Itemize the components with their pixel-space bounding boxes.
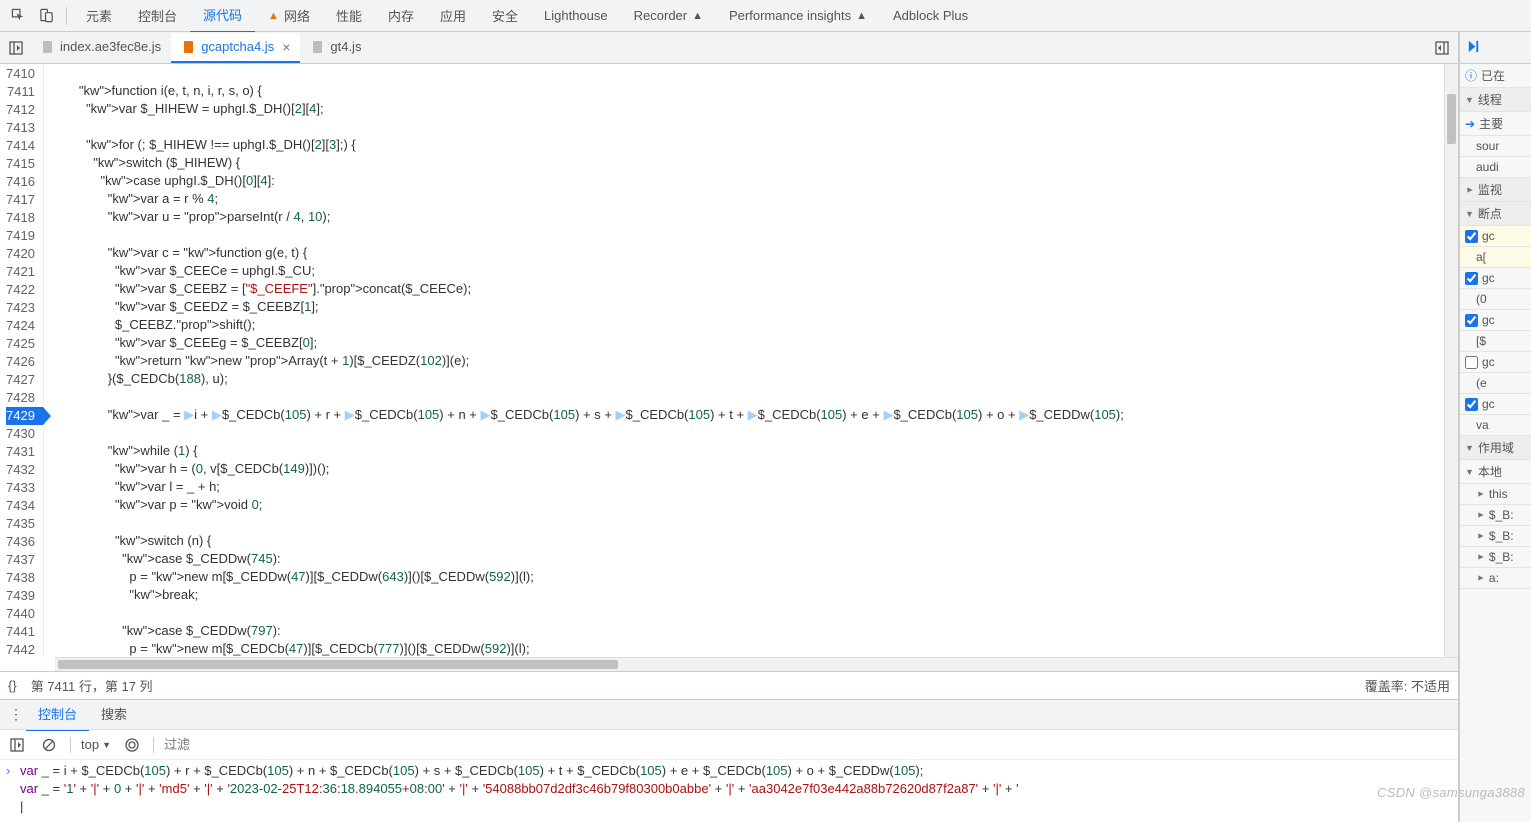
drawer-tab-控制台[interactable]: 控制台 bbox=[26, 698, 89, 731]
drawer-tabstrip: ⋮ 控制台搜索 bbox=[0, 699, 1458, 729]
console-output[interactable]: ›var _ = i + $_CEDCb(105) + r + $_CEDCb(… bbox=[0, 759, 1458, 822]
panel-tab-Performance insights[interactable]: Performance insights ▲ bbox=[716, 0, 880, 33]
panel-tab-Lighthouse[interactable]: Lighthouse bbox=[531, 0, 621, 33]
console-toolbar: top▼ bbox=[0, 729, 1458, 759]
breakpoint-checkbox[interactable] bbox=[1465, 230, 1478, 243]
paused-message: ⓘ已在 bbox=[1460, 64, 1531, 88]
panel-tab-应用[interactable]: 应用 bbox=[427, 0, 479, 33]
thread-main[interactable]: ➔主要 bbox=[1460, 112, 1531, 136]
file-icon bbox=[181, 40, 195, 54]
breakpoint-item[interactable]: gc bbox=[1460, 268, 1531, 289]
drawer-tab-搜索[interactable]: 搜索 bbox=[89, 698, 139, 731]
breakpoint-checkbox[interactable] bbox=[1465, 356, 1478, 369]
device-icon[interactable] bbox=[35, 5, 57, 27]
separator bbox=[66, 7, 67, 25]
breakpoint-sub: va bbox=[1460, 415, 1531, 436]
breakpoint-checkbox[interactable] bbox=[1465, 314, 1478, 327]
scope-section[interactable]: ▼作用域 bbox=[1460, 436, 1531, 460]
breakpoint-sub: a[ bbox=[1460, 247, 1531, 268]
panel-tab-Recorder[interactable]: Recorder ▲ bbox=[621, 0, 716, 33]
debugger-toggle-icon[interactable] bbox=[1430, 36, 1454, 60]
panel-tab-性能[interactable]: 性能 bbox=[323, 0, 375, 33]
threads-section[interactable]: ▼线程 bbox=[1460, 88, 1531, 112]
thread-item[interactable]: audi bbox=[1460, 157, 1531, 178]
panel-tab-源代码[interactable]: 源代码 bbox=[190, 0, 255, 33]
navigator-toggle-icon[interactable] bbox=[4, 36, 28, 60]
watch-section[interactable]: ▼监视 bbox=[1460, 178, 1531, 202]
console-cursor[interactable]: | bbox=[20, 798, 1452, 816]
file-icon bbox=[310, 40, 324, 54]
debugger-sidebar: ⓘ已在 ▼线程 ➔主要 sour audi ▼监视 ▼断点 gca[ gc(0 … bbox=[1459, 32, 1531, 822]
breakpoint-item[interactable]: gc bbox=[1460, 226, 1531, 247]
breakpoint-sub: [$ bbox=[1460, 331, 1531, 352]
file-tab[interactable]: gt4.js bbox=[300, 33, 371, 63]
devtools-tabstrip: 元素控制台源代码▲ 网络性能内存应用安全LighthouseRecorder ▲… bbox=[0, 0, 1531, 32]
breakpoint-sub: (e bbox=[1460, 373, 1531, 394]
coverage-status: 覆盖率: 不适用 bbox=[1365, 676, 1450, 695]
breakpoint-item[interactable]: gc bbox=[1460, 394, 1531, 415]
console-sidebar-icon[interactable] bbox=[6, 734, 28, 756]
line-gutter[interactable]: 7410741174127413741474157416741774187419… bbox=[0, 64, 44, 657]
scope-local[interactable]: ▼本地 bbox=[1460, 460, 1531, 484]
code-content[interactable]: "kw">function i(e, t, n, i, r, s, o) { "… bbox=[44, 64, 1444, 657]
scope-var[interactable]: ▼$_B: bbox=[1460, 526, 1531, 547]
breakpoints-section[interactable]: ▼断点 bbox=[1460, 202, 1531, 226]
breakpoint-checkbox[interactable] bbox=[1465, 272, 1478, 285]
panel-tab-网络[interactable]: ▲ 网络 bbox=[255, 0, 323, 33]
breakpoint-sub: (0 bbox=[1460, 289, 1531, 310]
resume-icon[interactable] bbox=[1466, 39, 1481, 57]
console-filter-input[interactable] bbox=[164, 737, 1452, 752]
breakpoint-checkbox[interactable] bbox=[1465, 398, 1478, 411]
scope-var[interactable]: ▼this bbox=[1460, 484, 1531, 505]
breakpoint-item[interactable]: gc bbox=[1460, 352, 1531, 373]
console-live-icon[interactable] bbox=[121, 734, 143, 756]
drawer-menu-icon[interactable]: ⋮ bbox=[6, 706, 26, 723]
panel-tab-Adblock Plus[interactable]: Adblock Plus bbox=[880, 0, 981, 33]
breakpoint-item[interactable]: gc bbox=[1460, 310, 1531, 331]
file-tabstrip: index.ae3fec8e.jsgcaptcha4.js×gt4.js bbox=[0, 32, 1458, 64]
file-tab[interactable]: index.ae3fec8e.js bbox=[30, 33, 171, 63]
scope-var[interactable]: ▼$_B: bbox=[1460, 547, 1531, 568]
panel-tab-安全[interactable]: 安全 bbox=[479, 0, 531, 33]
debugger-controls bbox=[1460, 32, 1531, 64]
code-editor: 7410741174127413741474157416741774187419… bbox=[0, 64, 1458, 657]
inspect-icon[interactable] bbox=[7, 5, 29, 27]
thread-item[interactable]: sour bbox=[1460, 136, 1531, 157]
panel-tab-元素[interactable]: 元素 bbox=[73, 0, 125, 33]
editor-status-bar: {} 第 7411 行，第 17 列 覆盖率: 不适用 bbox=[0, 671, 1458, 699]
console-context-selector[interactable]: top▼ bbox=[81, 737, 111, 752]
panel-tab-内存[interactable]: 内存 bbox=[375, 0, 427, 33]
file-icon bbox=[40, 40, 54, 54]
horizontal-scrollbar[interactable] bbox=[56, 657, 1458, 671]
cursor-position: 第 7411 行，第 17 列 bbox=[31, 676, 153, 695]
scope-var[interactable]: ▼$_B: bbox=[1460, 505, 1531, 526]
console-clear-icon[interactable] bbox=[38, 734, 60, 756]
panel-tab-控制台[interactable]: 控制台 bbox=[125, 0, 190, 33]
file-tab[interactable]: gcaptcha4.js× bbox=[171, 33, 300, 63]
braces-icon[interactable]: {} bbox=[8, 678, 17, 693]
close-icon[interactable]: × bbox=[282, 39, 290, 55]
scope-var[interactable]: ▼a: bbox=[1460, 568, 1531, 589]
vertical-scrollbar[interactable] bbox=[1444, 64, 1458, 657]
